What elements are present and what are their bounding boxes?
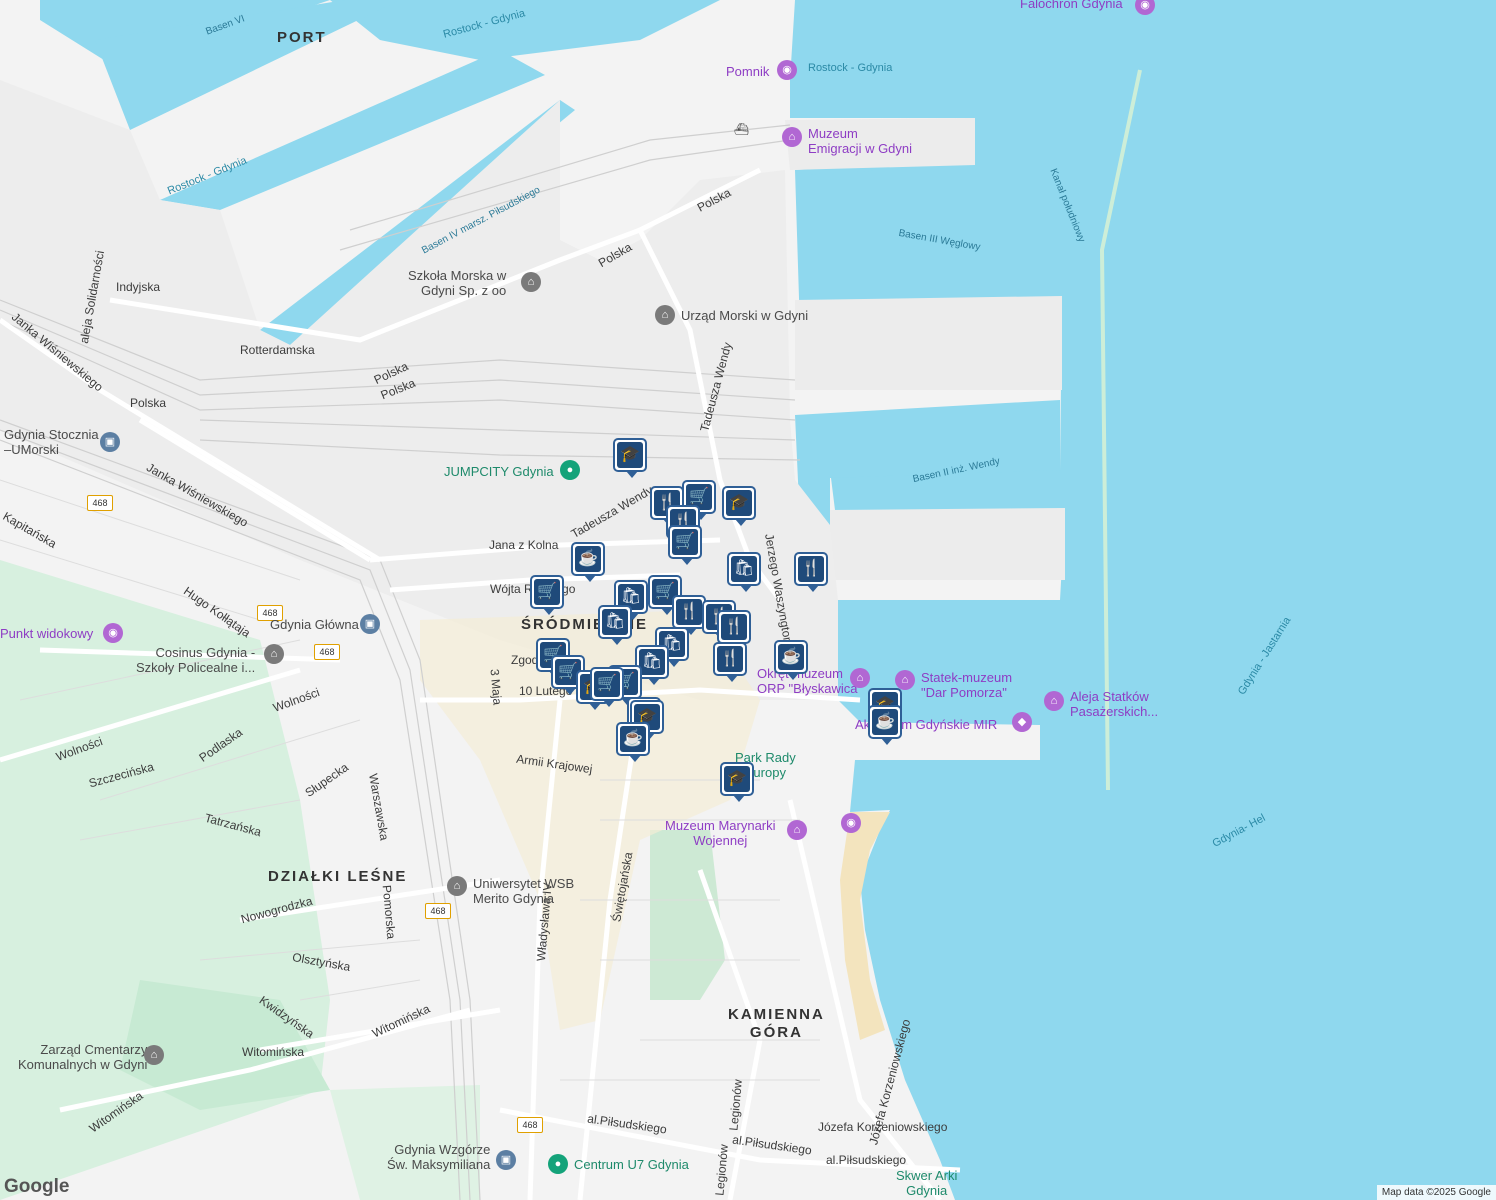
poi-gdynia-wzgorze[interactable]: Gdynia Wzgórze Św. Maksymiliana xyxy=(387,1142,490,1172)
poi-statek-muzeum[interactable]: Statek-muzeum "Dar Pomorza" xyxy=(921,670,1012,700)
school-icon[interactable]: ⌂ xyxy=(264,644,284,664)
museum-icon[interactable]: ⌂ xyxy=(787,820,807,840)
ferry-terminal-icon[interactable]: ⛴ xyxy=(734,122,749,137)
restaurant-icon: 🍴 xyxy=(721,614,747,640)
aquarium-icon[interactable]: ◆ xyxy=(1012,712,1032,732)
poi-gdynia-glowna[interactable]: Gdynia Główna xyxy=(270,617,359,632)
poi-pomnik[interactable]: Pomnik xyxy=(726,64,769,79)
train-station-icon[interactable]: ▣ xyxy=(496,1150,516,1170)
marker-education[interactable]: 🎓 xyxy=(613,438,647,478)
district-dzialki-lesne: DZIAŁKI LEŚNE xyxy=(268,868,408,885)
marker-restaurant[interactable]: 🍴 xyxy=(794,552,828,592)
museum-icon[interactable]: ⌂ xyxy=(782,127,802,147)
marker-education[interactable]: 🎓 xyxy=(722,486,756,526)
poi-szkola-morska[interactable]: Szkoła Morska w Gdyni Sp. z oo xyxy=(408,268,506,298)
cafe-icon: ☕ xyxy=(620,726,646,752)
marker-shopping[interactable]: 🛍 xyxy=(727,552,761,592)
shopping-icon: 🛍 xyxy=(639,649,665,675)
google-logo: Google xyxy=(4,1176,70,1197)
poi-uniwersytet[interactable]: Uniwersytet WSB Merito Gdynia xyxy=(473,876,574,906)
school-icon[interactable]: ⌂ xyxy=(521,272,541,292)
marker-restaurant[interactable]: 🍴 xyxy=(717,610,751,650)
marker-grocery[interactable]: 🛒 xyxy=(590,667,624,707)
train-station-icon[interactable]: ▣ xyxy=(100,432,120,452)
grocery-icon: 🛒 xyxy=(594,671,620,697)
pier-2 xyxy=(830,508,1065,580)
sport-icon[interactable]: ● xyxy=(560,460,580,480)
cafe-icon: ☕ xyxy=(872,709,898,735)
cafe-icon: ☕ xyxy=(778,644,804,670)
camera-icon[interactable]: ◉ xyxy=(103,623,123,643)
street-pilsudskiego-3: al.Piłsudskiego xyxy=(826,1153,907,1167)
district-kamienna-gora: KAMIENNA GÓRA xyxy=(728,1006,825,1041)
poi-urzad-morski[interactable]: Urząd Morski w Gdyni xyxy=(681,308,808,323)
street-indyjska: Indyjska xyxy=(116,280,161,294)
grocery-icon: 🛒 xyxy=(672,529,698,555)
marker-restaurant[interactable]: 🍴 xyxy=(672,595,706,635)
education-icon: 🎓 xyxy=(726,490,752,516)
poi-centrum-u7[interactable]: Centrum U7 Gdynia xyxy=(574,1157,689,1172)
pier xyxy=(795,296,1062,390)
train-station-icon[interactable]: ▣ xyxy=(360,614,380,634)
street-polska-5: Polska xyxy=(130,396,167,410)
restaurant-icon: 🍴 xyxy=(717,646,743,672)
ferry-rostock-2: Rostock - Gdynia xyxy=(808,62,893,74)
cafe-icon: ☕ xyxy=(575,546,601,572)
grocery-icon: 🛒 xyxy=(534,579,560,605)
poi-okret-muzeum[interactable]: Okręt-muzeum ORP "Błyskawica" xyxy=(757,666,862,696)
poi-punkt-widokowy[interactable]: Punkt widokowy xyxy=(0,626,93,641)
map-canvas[interactable]: PORT ŚRÓDMIEŚCIE DZIAŁKI LEŚNE KAMIENNA … xyxy=(0,0,1496,1200)
marker-grocery[interactable]: 🛒 xyxy=(530,575,564,615)
marker-education[interactable]: 🎓 xyxy=(720,762,754,802)
museum-icon[interactable]: ⌂ xyxy=(850,668,870,688)
school-icon[interactable]: ⌂ xyxy=(447,876,467,896)
shopping-center-icon[interactable]: ● xyxy=(548,1154,568,1174)
street-rotterdamska: Rotterdamska xyxy=(240,343,315,357)
restaurant-icon: 🍴 xyxy=(676,599,702,625)
street-jana-z-kolna: Jana z Kolna xyxy=(489,538,559,552)
restaurant-icon: 🍴 xyxy=(798,556,824,582)
district-port: PORT xyxy=(277,29,327,46)
marker-cafe[interactable]: ☕ xyxy=(774,640,808,680)
marker-cafe[interactable]: ☕ xyxy=(868,705,902,745)
poi-muzeum-emigracji[interactable]: Muzeum Emigracji w Gdyni xyxy=(808,126,912,156)
street-korzeniowskiego-2: Józefa Korzeniowskiego xyxy=(818,1120,948,1134)
education-icon: 🎓 xyxy=(724,766,750,792)
poi-jumpcity[interactable]: JUMPCITY Gdynia xyxy=(444,464,554,479)
poi-zarzad-cmentarzy[interactable]: Zarząd Cmentarzy Komunalnych w Gdyni xyxy=(18,1042,147,1072)
camera-icon[interactable]: ◉ xyxy=(777,60,797,80)
road-shield-468: 468 xyxy=(425,903,451,919)
poi-falochron[interactable]: Falochron Gdynia xyxy=(1020,0,1123,11)
road-shield-468: 468 xyxy=(314,644,340,660)
shopping-icon: 🛍 xyxy=(731,556,757,582)
road-shield-468: 468 xyxy=(517,1117,543,1133)
marker-restaurant[interactable]: 🍴 xyxy=(713,642,747,682)
poi-cosinus[interactable]: Cosinus Gdynia - Szkoły Policealne i... xyxy=(136,645,255,675)
shopping-icon: 🛍 xyxy=(602,609,628,635)
camera-icon[interactable]: ◉ xyxy=(841,813,861,833)
map-attribution: Map data ©2025 Google xyxy=(1376,1185,1496,1200)
poi-gdynia-stocznia[interactable]: Gdynia Stocznia –UMorski xyxy=(4,427,99,457)
road-shield-468: 468 xyxy=(87,495,113,511)
street-3-maja: 3 Maja xyxy=(487,668,505,706)
poi-muzeum-marynarki[interactable]: Muzeum Marynarki Wojennej xyxy=(665,818,776,848)
poi-aleja-statkow[interactable]: Aleja Statków Pasażerskich... xyxy=(1070,689,1158,719)
museum-icon[interactable]: ⌂ xyxy=(1044,691,1064,711)
landmark-icon[interactable]: ⌂ xyxy=(144,1045,164,1065)
marker-cafe[interactable]: ☕ xyxy=(616,722,650,762)
street-witominska-2: Witomińska xyxy=(242,1045,305,1059)
education-icon: 🎓 xyxy=(617,442,643,468)
marker-shopping[interactable]: 🛍 xyxy=(598,605,632,645)
museum-icon[interactable]: ⌂ xyxy=(895,670,915,690)
marker-cafe[interactable]: ☕ xyxy=(571,542,605,582)
poi-skwer-arki[interactable]: Skwer Arki Gdynia xyxy=(896,1168,957,1198)
landmark-icon[interactable]: ⌂ xyxy=(655,305,675,325)
marker-grocery[interactable]: 🛒 xyxy=(668,525,702,565)
